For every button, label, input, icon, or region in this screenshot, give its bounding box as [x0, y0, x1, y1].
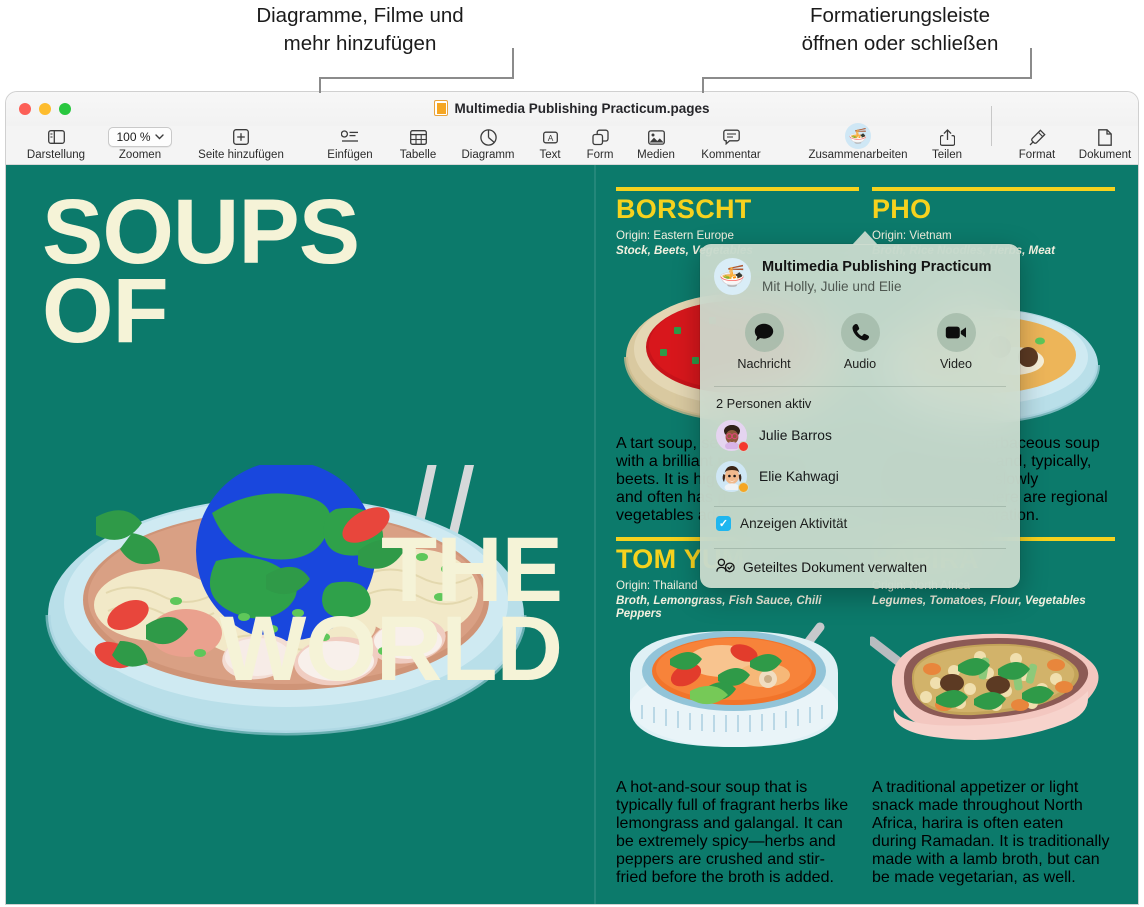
popover-title: Multimedia Publishing Practicum — [762, 259, 992, 276]
popover-header: 🍜 Multimedia Publishing Practicum Mit Ho… — [700, 244, 1020, 301]
document-canvas[interactable]: SOUPS OF THE WORLD No matter where you f… — [6, 165, 1138, 904]
toolbar-label: Zoomen — [118, 149, 162, 161]
show-activity-checkbox-row[interactable]: ✓ Anzeigen Aktivität — [700, 507, 1020, 539]
status-dot-busy — [738, 441, 749, 452]
main-toolbar: Darstellung 100 % Zoomen Seite hinzufüge… — [6, 106, 1138, 165]
document-page-left: SOUPS OF THE WORLD No matter where you f… — [6, 165, 594, 904]
recipe-origin: Origin: Vietnam — [872, 228, 952, 242]
memoji-woman-glasses-avatar — [716, 420, 749, 452]
recipe-art-tom-yum — [614, 613, 857, 773]
action-label: Video — [940, 357, 972, 371]
manage-shared-document-button[interactable]: Geteiltes Dokument verwalten — [700, 549, 1020, 580]
person-row-elie-kahwagi[interactable]: Elie Kahwagi — [700, 456, 1020, 497]
chevron-down-icon — [154, 134, 164, 140]
callout-annotations: Diagramme, Filme und mehr hinzufügen For… — [0, 0, 1144, 95]
toolbar-button-document[interactable]: Dokument — [1049, 126, 1138, 162]
window-titlebar: Multimedia Publishing Practicum.pages — [6, 92, 1138, 126]
toolbar-label: Dokument — [1078, 149, 1132, 161]
toolbar-button-comment[interactable]: Kommentar — [675, 126, 787, 162]
pages-app-window: Multimedia Publishing Practicum.pages Da… — [6, 92, 1138, 904]
toolbar-button-add-page[interactable]: Seite hinzufügen — [185, 126, 297, 162]
checkbox-label: Anzeigen Aktivität — [740, 516, 848, 531]
recipe-name: BORSCHT — [616, 194, 752, 224]
toolbar-label: Kommentar — [701, 149, 761, 161]
zoom-level-value: 100 % — [116, 130, 151, 144]
recipe-art-harira — [867, 613, 1113, 773]
action-video[interactable]: Video — [915, 313, 997, 371]
message-bubble-icon — [744, 313, 784, 352]
popover-subtitle: Mit Holly, Julie und Elie — [762, 278, 902, 294]
phone-icon — [840, 313, 880, 352]
checkbox-checked-icon[interactable]: ✓ — [716, 516, 731, 531]
popover-actions: Nachricht Audio Video — [700, 301, 1020, 377]
pages-document-icon — [434, 100, 449, 116]
recipe-description-harira: A traditional appetizer or light snack m… — [872, 779, 1110, 886]
recipe-origin: Origin: Eastern Europe — [616, 228, 734, 242]
action-label: Audio — [843, 357, 877, 371]
recipe-rule — [616, 187, 859, 191]
collaboration-popover[interactable]: 🍜 Multimedia Publishing Practicum Mit Ho… — [700, 244, 1020, 588]
hero-illustration-globe-soup — [36, 405, 536, 765]
video-camera-icon — [936, 313, 976, 352]
hero-title-line-1: SOUPS — [42, 181, 360, 283]
plus-box-icon — [185, 126, 297, 148]
person-name: Julie Barros — [759, 428, 832, 443]
callout-leader-lines — [319, 48, 1032, 93]
window-title-text: Multimedia Publishing Practicum.pages — [454, 100, 710, 116]
window-title-group: Multimedia Publishing Practicum.pages — [6, 100, 1138, 116]
action-label: Nachricht — [737, 357, 791, 371]
manage-people-icon — [716, 558, 735, 576]
hero-title-line-2: OF — [42, 260, 169, 363]
action-audio[interactable]: Audio — [819, 313, 901, 371]
soup-bowl-emoji-icon: 🍜 — [714, 258, 751, 295]
recipe-ingredients: Legumes, Tomatoes, Flour, Vegetables — [872, 593, 1086, 607]
document-icon — [1049, 126, 1138, 148]
status-dot-idle — [738, 482, 749, 493]
zoom-value-pill[interactable]: 100 % — [84, 126, 196, 148]
memoji-girl-avatar — [716, 461, 749, 493]
action-message[interactable]: Nachricht — [723, 313, 805, 371]
person-name: Elie Kahwagi — [759, 469, 839, 484]
recipe-description-tom-yum: A hot-and-sour soup that is typically fu… — [616, 779, 849, 886]
manage-label: Geteiltes Dokument verwalten — [743, 559, 928, 575]
toolbar-zoom-control[interactable]: 100 % Zoomen — [84, 126, 196, 162]
person-row-julie-barros[interactable]: Julie Barros — [700, 415, 1020, 456]
popover-arrow — [852, 231, 878, 245]
recipe-rule — [872, 187, 1115, 191]
comment-icon — [675, 126, 787, 148]
toolbar-label: Seite hinzufügen — [198, 149, 284, 161]
recipe-name: PHO — [872, 194, 932, 224]
active-people-label: 2 Personen aktiv — [716, 396, 812, 411]
